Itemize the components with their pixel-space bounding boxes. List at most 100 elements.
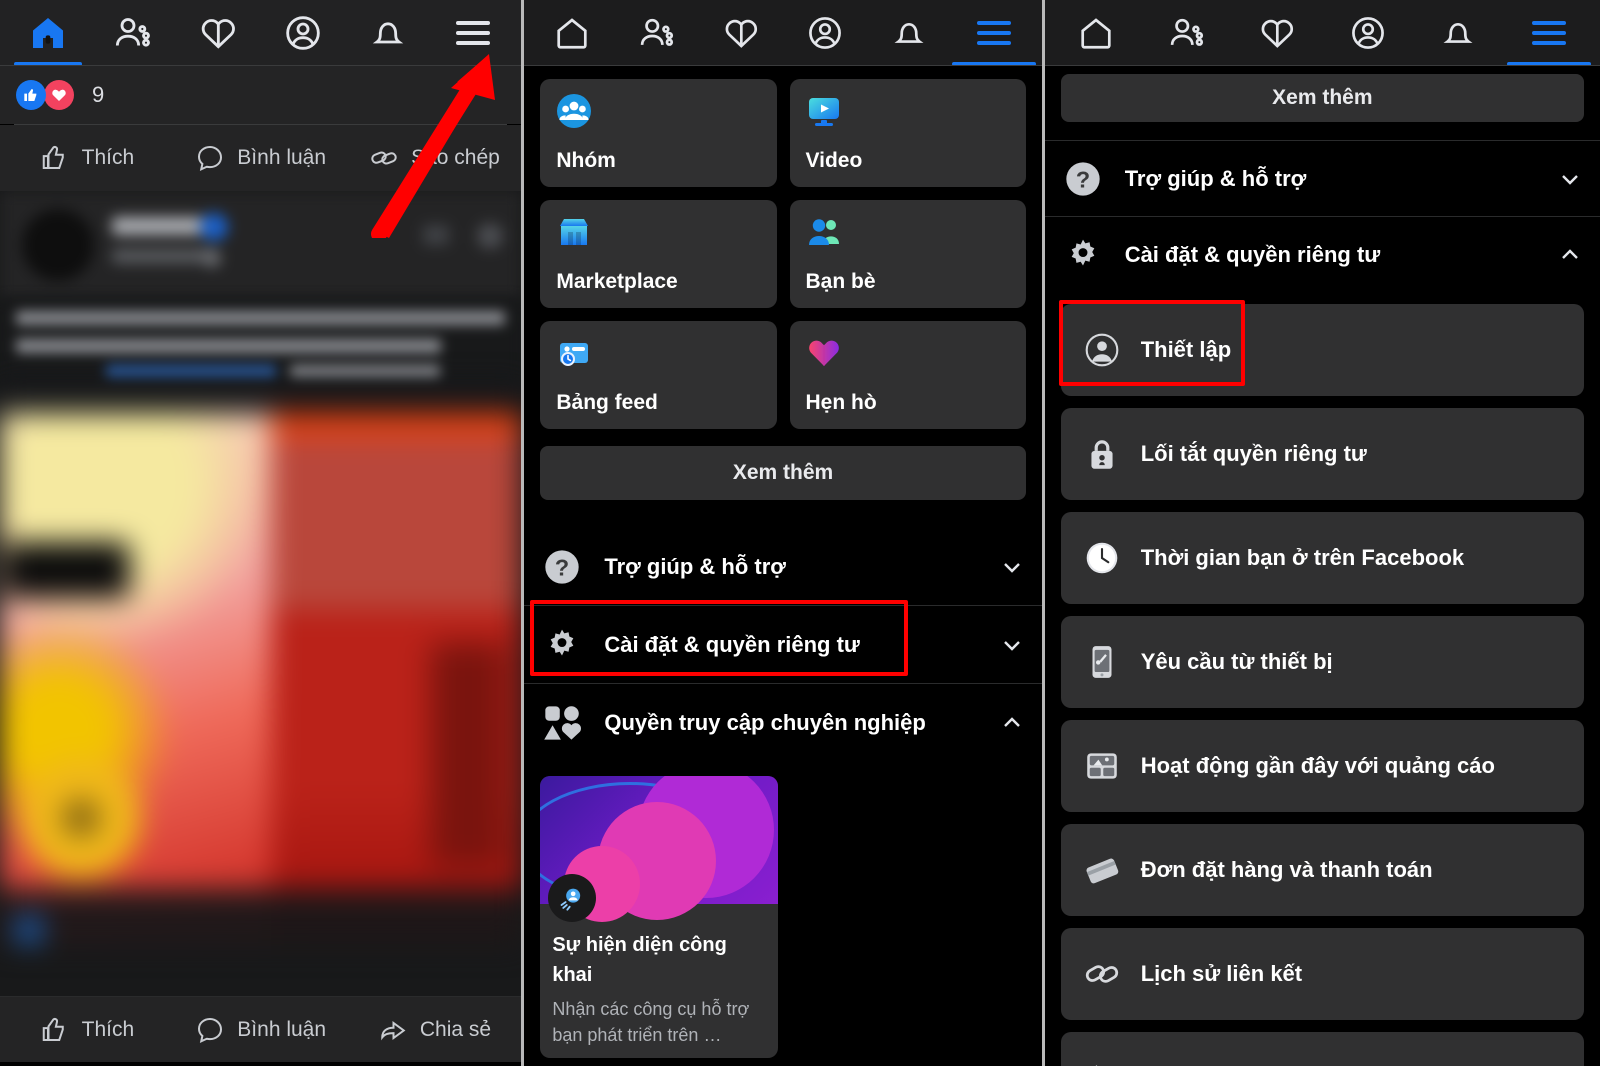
like-button-bottom-label: Thích	[81, 1017, 135, 1041]
professional-card-image	[540, 776, 779, 922]
comment-button-bottom-label: Bình luận	[237, 1017, 327, 1041]
post-text-link	[106, 365, 276, 379]
setting-item-link-history-label: Lịch sử liên kết	[1140, 961, 1303, 986]
chevron-down-icon	[1562, 174, 1578, 185]
menu-row-settings-privacy-label: Cài đặt & quyền riêng tư	[604, 631, 860, 657]
menu-row-professional-access-label: Quyền truy cập chuyên nghiệp	[604, 710, 926, 735]
gear-icon	[1063, 235, 1103, 275]
home-icon	[557, 18, 588, 49]
chevron-up-icon	[1562, 248, 1578, 259]
nav-friends[interactable]	[1141, 0, 1232, 66]
setting-item-time-on-facebook-label: Thời gian bạn ở trên Facebook	[1140, 545, 1465, 570]
post-text-blurred	[0, 299, 522, 385]
professional-card[interactable]: Sự hiện diện công khai Nhận các công cụ …	[540, 776, 779, 1059]
like-button-top[interactable]: Thích	[0, 143, 174, 173]
like-button-top-label: Thích	[81, 146, 135, 169]
settings-row-help[interactable]: ? Trợ giúp & hỗ trợ	[1044, 140, 1600, 216]
setting-item-thiet-lap[interactable]: Thiết lập	[1058, 300, 1584, 396]
nav-dating[interactable]	[176, 0, 261, 66]
professional-card-desc: Nhận các công cụ hỗ trợ bạn phát triển t…	[552, 999, 750, 1046]
post-text-line	[16, 339, 442, 353]
profile-icon	[1351, 17, 1384, 49]
like-reaction-icon	[16, 80, 46, 110]
setting-item-link-history[interactable]: Lịch sử liên kết	[1060, 928, 1584, 1020]
nav-home[interactable]	[1051, 0, 1142, 66]
menu-row-help-label: Trợ giúp & hỗ trợ	[604, 553, 786, 579]
profile-icon	[286, 16, 320, 50]
see-more-button-c[interactable]: Xem thêm	[1060, 74, 1584, 122]
chevron-down-icon	[1003, 562, 1020, 573]
menu-row-professional-access[interactable]: Quyền truy cập chuyên nghiệp	[524, 684, 1042, 762]
tile-dating[interactable]: Hẹn hò	[789, 321, 1026, 429]
menu-row-settings-privacy[interactable]: Cài đặt & quyền riêng tư	[524, 600, 1042, 684]
setting-item-privacy-shortcuts[interactable]: Lối tắt quyền riêng tư	[1060, 408, 1584, 500]
share-button[interactable]: Chia sẻ	[348, 1015, 522, 1045]
friends-icon	[116, 18, 151, 47]
tile-groups[interactable]: Nhóm	[540, 79, 777, 187]
post-image-highlight	[20, 757, 141, 878]
help-icon: ?	[1063, 159, 1103, 199]
help-icon: ?	[542, 547, 582, 587]
post-image-right	[271, 385, 522, 945]
rocket-icon	[548, 874, 597, 922]
setting-item-thiet-lap-label: Thiết lập	[1140, 337, 1232, 362]
settings-row-help-label: Trợ giúp & hỗ trợ	[1124, 165, 1307, 191]
nav-profile[interactable]	[783, 0, 867, 66]
hamburger-icon	[455, 21, 490, 45]
tile-marketplace[interactable]: Marketplace	[540, 200, 777, 308]
setting-item-recent-ad-activity[interactable]: Hoạt động gần đây với quảng cáo	[1060, 720, 1584, 812]
professional-icon	[542, 703, 582, 743]
comment-button-top[interactable]: Bình luận	[174, 143, 348, 173]
hamburger-icon	[1531, 21, 1566, 45]
tile-video[interactable]: Video	[789, 79, 1026, 187]
tile-dating-label: Hẹn hò	[805, 391, 877, 414]
nav-profile[interactable]	[261, 0, 346, 66]
menu-scroll-area[interactable]: Nhóm Video Marketplace Bạn bè Bảng feed …	[524, 66, 1042, 1066]
nav-menu[interactable]	[1503, 0, 1594, 66]
setting-item-device-requests-label: Yêu cầu từ thiết bị	[1140, 649, 1333, 674]
nav-notifications[interactable]	[867, 0, 951, 66]
setting-item-device-requests[interactable]: Yêu cầu từ thiết bị	[1060, 616, 1584, 708]
nav-menu[interactable]	[951, 0, 1036, 66]
bell-icon	[372, 22, 404, 44]
nav-home[interactable]	[530, 0, 614, 66]
settings-row-settings-privacy[interactable]: Cài đặt & quyền riêng tư	[1044, 216, 1600, 292]
topnav-divider	[1044, 65, 1600, 66]
bell-icon	[1443, 22, 1473, 43]
post-image-blurred[interactable]	[0, 385, 522, 945]
panel-feed: 9 Thích Bình luận Sao chép Thích Bình lu…	[0, 0, 522, 1066]
post-meta-placeholder	[112, 249, 212, 263]
setting-item-orders-payments[interactable]: Đơn đặt hàng và thanh toán	[1060, 824, 1584, 916]
setting-item-recent-ad-activity-label: Hoạt động gần đây với quảng cáo	[1140, 753, 1495, 778]
top-navigation-bar-c	[1044, 0, 1600, 66]
nav-notifications[interactable]	[1413, 0, 1504, 66]
setting-item-dark-mode[interactable]: Chế độ tối	[1060, 1032, 1584, 1066]
comment-button-top-label: Bình luận	[237, 146, 327, 169]
tile-feeds[interactable]: Bảng feed	[540, 321, 777, 429]
panel-settings: Xem thêm ? Trợ giúp & hỗ trợ Cài đặt & q…	[1044, 0, 1600, 1066]
post-text-line	[290, 365, 440, 379]
friends-color-icon	[808, 219, 839, 245]
comment-button-bottom[interactable]: Bình luận	[174, 1015, 348, 1045]
thumbs-up-icon	[42, 1017, 64, 1041]
tile-friends[interactable]: Bạn bè	[789, 200, 1026, 308]
post-body	[0, 191, 522, 996]
nav-dating[interactable]	[1232, 0, 1323, 66]
menu-row-help[interactable]: ? Trợ giúp & hỗ trợ	[524, 528, 1042, 606]
nav-dating[interactable]	[699, 0, 783, 66]
see-more-button-b[interactable]: Xem thêm	[540, 446, 1026, 500]
reaction-count: 9	[92, 82, 105, 107]
profile-circle-icon	[1083, 331, 1121, 369]
nav-profile[interactable]	[1322, 0, 1413, 66]
nav-home[interactable]	[6, 0, 91, 66]
hamburger-icon	[976, 21, 1011, 45]
bell-icon	[894, 22, 924, 43]
audience-icon-placeholder	[203, 249, 221, 267]
nav-friends[interactable]	[615, 0, 699, 66]
setting-item-time-on-facebook[interactable]: Thời gian bạn ở trên Facebook	[1060, 512, 1584, 604]
svg-text:?: ?	[555, 554, 569, 580]
annotation-arrow-icon	[371, 54, 495, 238]
nav-friends[interactable]	[91, 0, 176, 66]
like-button-bottom[interactable]: Thích	[0, 1015, 174, 1045]
heart-icon	[201, 19, 236, 49]
